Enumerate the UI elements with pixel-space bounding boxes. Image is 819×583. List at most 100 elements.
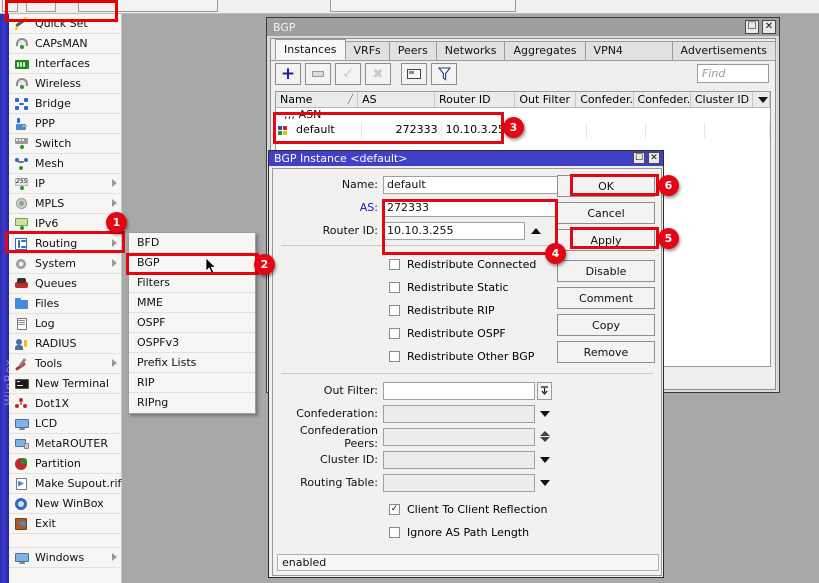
bgp-toolbar[interactable]: + ✓✖ Find bbox=[271, 61, 775, 87]
sidebar-item-bridge[interactable]: Bridge bbox=[9, 94, 121, 114]
checkbox-redistribute-ospf[interactable] bbox=[389, 328, 400, 339]
submenu-item-mme[interactable]: MME bbox=[129, 293, 255, 313]
submenu-item-ospfv3[interactable]: OSPFv3 bbox=[129, 333, 255, 353]
sidebar-item-ppp[interactable]: PPP bbox=[9, 114, 121, 134]
add-button[interactable]: + bbox=[275, 63, 301, 85]
sidebar-item-quick-set[interactable]: Quick Set bbox=[9, 14, 121, 34]
sidebar-item-capsman[interactable]: CAPsMAN bbox=[9, 34, 121, 54]
sidebar-item-log[interactable]: Log bbox=[9, 314, 121, 334]
sidebar-item-system[interactable]: System bbox=[9, 254, 121, 274]
sidebar-item-dot1x[interactable]: Dot1X bbox=[9, 394, 121, 414]
sidebar-item-exit[interactable]: Exit bbox=[9, 514, 121, 534]
tab-instances[interactable]: Instances bbox=[275, 39, 346, 60]
submenu-item-rip[interactable]: RIP bbox=[129, 373, 255, 393]
maximize-icon[interactable]: ☐ bbox=[745, 20, 759, 34]
checkbox-redistribute-static[interactable] bbox=[389, 282, 400, 293]
chevron-up-icon[interactable] bbox=[531, 228, 541, 234]
chevron-down-icon[interactable] bbox=[540, 480, 550, 486]
checkbox-client-to-client-reflection[interactable]: ✓ bbox=[389, 504, 400, 515]
disable-button[interactable]: ✖ bbox=[365, 63, 391, 85]
column-header-as[interactable]: AS bbox=[358, 92, 435, 107]
sidebar-item-windows[interactable]: Windows bbox=[9, 548, 121, 568]
tab-vrfs[interactable]: VRFs bbox=[345, 41, 390, 60]
spinner-control[interactable] bbox=[540, 431, 550, 442]
sidebar-item-make-supout-rif[interactable]: Make Supout.rif bbox=[9, 474, 121, 494]
toolbar-button-1[interactable] bbox=[2, 0, 18, 12]
checkbox-row-client-to-client-reflection[interactable]: ✓Client To Client Reflection bbox=[273, 498, 661, 521]
find-input[interactable]: Find bbox=[697, 64, 769, 83]
maximize-icon[interactable]: ☐ bbox=[633, 152, 645, 164]
dropdown-button-icon[interactable] bbox=[537, 382, 552, 400]
checkbox-redistribute-connected[interactable] bbox=[389, 259, 400, 270]
dialog-option-checkboxes[interactable]: ✓Client To Client ReflectionIgnore AS Pa… bbox=[273, 498, 661, 544]
bgp-tab-strip[interactable]: InstancesVRFsPeersNetworksAggregatesVPN4… bbox=[271, 39, 775, 61]
sidebar-item-new-winbox[interactable]: New WinBox bbox=[9, 494, 121, 514]
tab-vpn4-routes[interactable]: VPN4 Routes bbox=[585, 41, 673, 60]
chevron-down-icon[interactable] bbox=[540, 457, 550, 463]
table-header-row[interactable]: Name╱ASRouter IDOut FilterConfeder...Con… bbox=[276, 92, 770, 108]
filter-button[interactable] bbox=[431, 63, 457, 85]
sidebar-item-tools[interactable]: Tools bbox=[9, 354, 121, 374]
bgp-instance-dialog[interactable]: BGP Instance <default> ☐ ✕ Name:defaultA… bbox=[268, 150, 664, 578]
tab-networks[interactable]: Networks bbox=[436, 41, 506, 60]
submenu-item-filters[interactable]: Filters bbox=[129, 273, 255, 293]
main-menu-sidebar[interactable]: Quick SetCAPsMANInterfacesWirelessBridge… bbox=[9, 14, 122, 583]
column-header-cluster-id[interactable]: Cluster ID bbox=[691, 92, 754, 107]
comment-button[interactable]: Comment bbox=[557, 287, 655, 309]
sidebar-item-mpls[interactable]: MPLS bbox=[9, 194, 121, 214]
toolbar-field-1[interactable] bbox=[78, 0, 218, 12]
tab-aggregates[interactable]: Aggregates bbox=[504, 41, 585, 60]
column-header-name[interactable]: Name╱ bbox=[276, 92, 358, 107]
submenu-item-bgp[interactable]: BGP bbox=[129, 253, 255, 273]
comment-button[interactable] bbox=[401, 63, 427, 85]
checkbox-row-ignore-as-path-length[interactable]: Ignore AS Path Length bbox=[273, 521, 661, 544]
chevron-down-icon[interactable] bbox=[540, 411, 550, 417]
input-confederation[interactable] bbox=[383, 405, 535, 423]
sidebar-item-mesh[interactable]: Mesh bbox=[9, 154, 121, 174]
table-row[interactable]: ;;; ASN bbox=[276, 108, 770, 123]
apply-button[interactable]: Apply bbox=[557, 229, 655, 251]
input-cluster-id[interactable] bbox=[383, 451, 535, 469]
submenu-item-prefix-lists[interactable]: Prefix Lists bbox=[129, 353, 255, 373]
ok-button[interactable]: OK bbox=[557, 175, 655, 197]
input-router-id[interactable]: 10.10.3.255 bbox=[383, 222, 525, 240]
tab-peers[interactable]: Peers bbox=[389, 41, 437, 60]
toolbar-button-2[interactable] bbox=[26, 0, 56, 12]
enable-button[interactable]: ✓ bbox=[335, 63, 361, 85]
sidebar-item-ip[interactable]: 255IP bbox=[9, 174, 121, 194]
routing-submenu[interactable]: BFDBGPFiltersMMEOSPFOSPFv3Prefix ListsRI… bbox=[128, 232, 256, 414]
column-header-out-filter[interactable]: Out Filter bbox=[515, 92, 576, 107]
sidebar-item-queues[interactable]: Queues bbox=[9, 274, 121, 294]
tab-advertisements[interactable]: Advertisements bbox=[672, 41, 776, 60]
column-chooser-icon[interactable] bbox=[753, 92, 770, 107]
column-header-confeder-[interactable]: Confeder... bbox=[576, 92, 633, 107]
dialog-action-buttons[interactable]: OKCancelApplyDisableCommentCopyRemove bbox=[557, 175, 655, 368]
checkbox-redistribute-rip[interactable] bbox=[389, 305, 400, 316]
sidebar-item-partition[interactable]: Partition bbox=[9, 454, 121, 474]
input-name[interactable]: default bbox=[383, 176, 558, 194]
column-header-confeder-[interactable]: Confeder... bbox=[634, 92, 691, 107]
checkbox-redistribute-other-bgp[interactable] bbox=[389, 351, 400, 362]
submenu-item-bfd[interactable]: BFD bbox=[129, 233, 255, 253]
checkbox-ignore-as-path-length[interactable] bbox=[389, 527, 400, 538]
cancel-button[interactable]: Cancel bbox=[557, 202, 655, 224]
remove-button[interactable] bbox=[305, 63, 331, 85]
input-out-filter[interactable] bbox=[383, 382, 535, 400]
input-as[interactable]: 272333 bbox=[383, 199, 558, 217]
sidebar-item-new-terminal[interactable]: New Terminal bbox=[9, 374, 121, 394]
input-routing-table[interactable] bbox=[383, 474, 535, 492]
toolbar-field-2[interactable] bbox=[330, 0, 516, 12]
input-confederation-peers[interactable] bbox=[383, 428, 535, 446]
dialog-titlebar[interactable]: BGP Instance <default> ☐ ✕ bbox=[269, 151, 663, 166]
remove-button[interactable]: Remove bbox=[557, 341, 655, 363]
sidebar-item-wireless[interactable]: Wireless bbox=[9, 74, 121, 94]
submenu-item-ripng[interactable]: RIPng bbox=[129, 393, 255, 413]
sidebar-item-switch[interactable]: Switch bbox=[9, 134, 121, 154]
copy-button[interactable]: Copy bbox=[557, 314, 655, 336]
column-header-router-id[interactable]: Router ID bbox=[435, 92, 515, 107]
sidebar-item-radius[interactable]: RADIUS bbox=[9, 334, 121, 354]
bgp-window-titlebar[interactable]: BGP ☐ ✕ bbox=[267, 18, 779, 36]
sidebar-item-ipv6[interactable]: IPv6 bbox=[9, 214, 121, 234]
sidebar-item-interfaces[interactable]: Interfaces bbox=[9, 54, 121, 74]
close-icon[interactable]: ✕ bbox=[762, 20, 776, 34]
